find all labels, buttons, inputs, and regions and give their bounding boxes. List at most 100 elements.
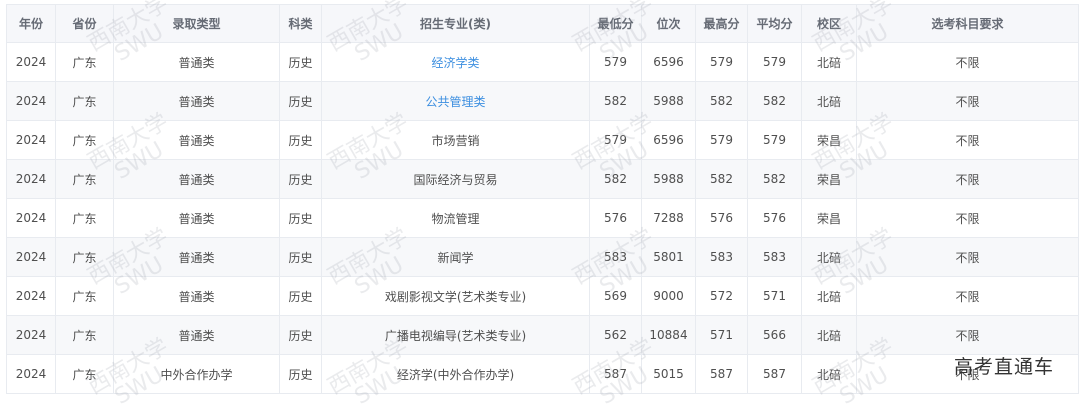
province-cell: 广东 bbox=[55, 354, 114, 394]
max-score-cell: 583 bbox=[695, 237, 748, 277]
header-province[interactable]: 省份 bbox=[55, 4, 114, 43]
major-cell: 戏剧影视文学(艺术类专业) bbox=[321, 276, 590, 316]
max-score-cell: 587 bbox=[695, 354, 748, 394]
avg-score-cell: 579 bbox=[747, 42, 802, 82]
subject-requirement-cell: 不限 bbox=[856, 237, 1079, 277]
avg-score-cell: 579 bbox=[747, 120, 802, 160]
subject-requirement-cell: 不限 bbox=[856, 315, 1079, 355]
campus-cell: 荣昌 bbox=[801, 159, 857, 199]
rank-cell: 6596 bbox=[641, 120, 696, 160]
header-avg-score[interactable]: 平均分 bbox=[747, 4, 802, 43]
year-cell: 2024 bbox=[6, 159, 56, 199]
major-cell: 国际经济与贸易 bbox=[321, 159, 590, 199]
subject-category-cell: 历史 bbox=[279, 237, 322, 277]
admission-type-cell: 普通类 bbox=[113, 315, 280, 355]
campus-cell: 北碚 bbox=[801, 42, 857, 82]
year-cell: 2024 bbox=[6, 81, 56, 121]
major-cell: 新闻学 bbox=[321, 237, 590, 277]
avg-score-cell: 587 bbox=[747, 354, 802, 394]
table-row: 2024 广东 中外合作办学 历史 经济学(中外合作办学) 587 5015 587 587 北碚… bbox=[6, 354, 1079, 394]
province-cell: 广东 bbox=[55, 159, 114, 199]
avg-score-cell: 566 bbox=[747, 315, 802, 355]
province-cell: 广东 bbox=[55, 315, 114, 355]
major-link[interactable]: 经济学类 bbox=[431, 56, 479, 70]
table-row: 2024 广东 普通类 历史 市场营销 579 6596 579 579 荣昌 不限 bbox=[6, 120, 1079, 160]
header-admission-type[interactable]: 录取类型 bbox=[113, 4, 280, 43]
header-year[interactable]: 年份 bbox=[6, 4, 56, 43]
year-cell: 2024 bbox=[6, 354, 56, 394]
major-cell: 市场营销 bbox=[321, 120, 590, 160]
rank-cell: 5988 bbox=[641, 81, 696, 121]
header-min-score[interactable]: 最低分 bbox=[589, 4, 642, 43]
subject-category-cell: 历史 bbox=[279, 81, 322, 121]
rank-cell: 9000 bbox=[641, 276, 696, 316]
admission-score-table: 年份 省份 录取类型 科类 招生专业(类) 最低分 位次 最高分 平均分 校区 … bbox=[6, 4, 1079, 394]
avg-score-cell: 582 bbox=[747, 159, 802, 199]
subject-requirement-cell: 不限 bbox=[856, 198, 1079, 238]
subject-requirement-cell: 不限 bbox=[856, 81, 1079, 121]
admission-type-cell: 普通类 bbox=[113, 42, 280, 82]
admission-type-cell: 普通类 bbox=[113, 198, 280, 238]
subject-requirement-cell: 不限 bbox=[856, 120, 1079, 160]
subject-category-cell: 历史 bbox=[279, 42, 322, 82]
min-score-cell: 579 bbox=[589, 120, 642, 160]
max-score-cell: 579 bbox=[695, 42, 748, 82]
min-score-cell: 562 bbox=[589, 315, 642, 355]
min-score-cell: 579 bbox=[589, 42, 642, 82]
subject-category-cell: 历史 bbox=[279, 354, 322, 394]
subject-category-cell: 历史 bbox=[279, 198, 322, 238]
admission-type-cell: 普通类 bbox=[113, 81, 280, 121]
subject-category-cell: 历史 bbox=[279, 276, 322, 316]
subject-category-cell: 历史 bbox=[279, 159, 322, 199]
rank-cell: 10884 bbox=[641, 315, 696, 355]
campus-cell: 北碚 bbox=[801, 276, 857, 316]
major-cell: 物流管理 bbox=[321, 198, 590, 238]
header-major[interactable]: 招生专业(类) bbox=[321, 4, 590, 43]
subject-requirement-cell: 不限 bbox=[856, 42, 1079, 82]
campus-cell: 北碚 bbox=[801, 315, 857, 355]
year-cell: 2024 bbox=[6, 276, 56, 316]
header-max-score[interactable]: 最高分 bbox=[695, 4, 748, 43]
province-cell: 广东 bbox=[55, 198, 114, 238]
campus-cell: 荣昌 bbox=[801, 120, 857, 160]
table-row: 2024 广东 普通类 历史 国际经济与贸易 582 5988 582 582 荣昌 不限 bbox=[6, 159, 1079, 199]
campus-cell: 北碚 bbox=[801, 354, 857, 394]
admission-type-cell: 普通类 bbox=[113, 237, 280, 277]
table-header-row: 年份 省份 录取类型 科类 招生专业(类) 最低分 位次 最高分 平均分 校区 … bbox=[6, 4, 1079, 43]
year-cell: 2024 bbox=[6, 42, 56, 82]
admission-type-cell: 普通类 bbox=[113, 276, 280, 316]
major-link[interactable]: 公共管理类 bbox=[425, 95, 485, 109]
min-score-cell: 582 bbox=[589, 81, 642, 121]
brand-watermark: 高考直通车 bbox=[953, 356, 1054, 378]
rank-cell: 5801 bbox=[641, 237, 696, 277]
max-score-cell: 582 bbox=[695, 159, 748, 199]
avg-score-cell: 576 bbox=[747, 198, 802, 238]
min-score-cell: 569 bbox=[589, 276, 642, 316]
max-score-cell: 582 bbox=[695, 81, 748, 121]
admission-type-cell: 中外合作办学 bbox=[113, 354, 280, 394]
table-row: 2024 广东 普通类 历史 新闻学 583 5801 583 583 北碚 不限 bbox=[6, 237, 1079, 277]
max-score-cell: 576 bbox=[695, 198, 748, 238]
max-score-cell: 579 bbox=[695, 120, 748, 160]
campus-cell: 北碚 bbox=[801, 237, 857, 277]
min-score-cell: 576 bbox=[589, 198, 642, 238]
table-row: 2024 广东 普通类 历史 物流管理 576 7288 576 576 荣昌 不限 bbox=[6, 198, 1079, 238]
avg-score-cell: 582 bbox=[747, 81, 802, 121]
header-rank[interactable]: 位次 bbox=[641, 4, 696, 43]
header-subject-requirement[interactable]: 选考科目要求 bbox=[856, 4, 1079, 43]
rank-cell: 7288 bbox=[641, 198, 696, 238]
admission-score-table-container: 年份 省份 录取类型 科类 招生专业(类) 最低分 位次 最高分 平均分 校区 … bbox=[6, 4, 1079, 394]
rank-cell: 6596 bbox=[641, 42, 696, 82]
major-cell: 广播电视编导(艺术类专业) bbox=[321, 315, 590, 355]
header-campus[interactable]: 校区 bbox=[801, 4, 857, 43]
avg-score-cell: 583 bbox=[747, 237, 802, 277]
table-row: 2024 广东 普通类 历史 广播电视编导(艺术类专业) 562 10884 571 566 北碚… bbox=[6, 315, 1079, 355]
year-cell: 2024 bbox=[6, 120, 56, 160]
header-subject-category[interactable]: 科类 bbox=[279, 4, 322, 43]
year-cell: 2024 bbox=[6, 237, 56, 277]
major-cell: 经济学(中外合作办学) bbox=[321, 354, 590, 394]
max-score-cell: 572 bbox=[695, 276, 748, 316]
min-score-cell: 583 bbox=[589, 237, 642, 277]
rank-cell: 5015 bbox=[641, 354, 696, 394]
major-cell: 公共管理类 bbox=[321, 81, 590, 121]
